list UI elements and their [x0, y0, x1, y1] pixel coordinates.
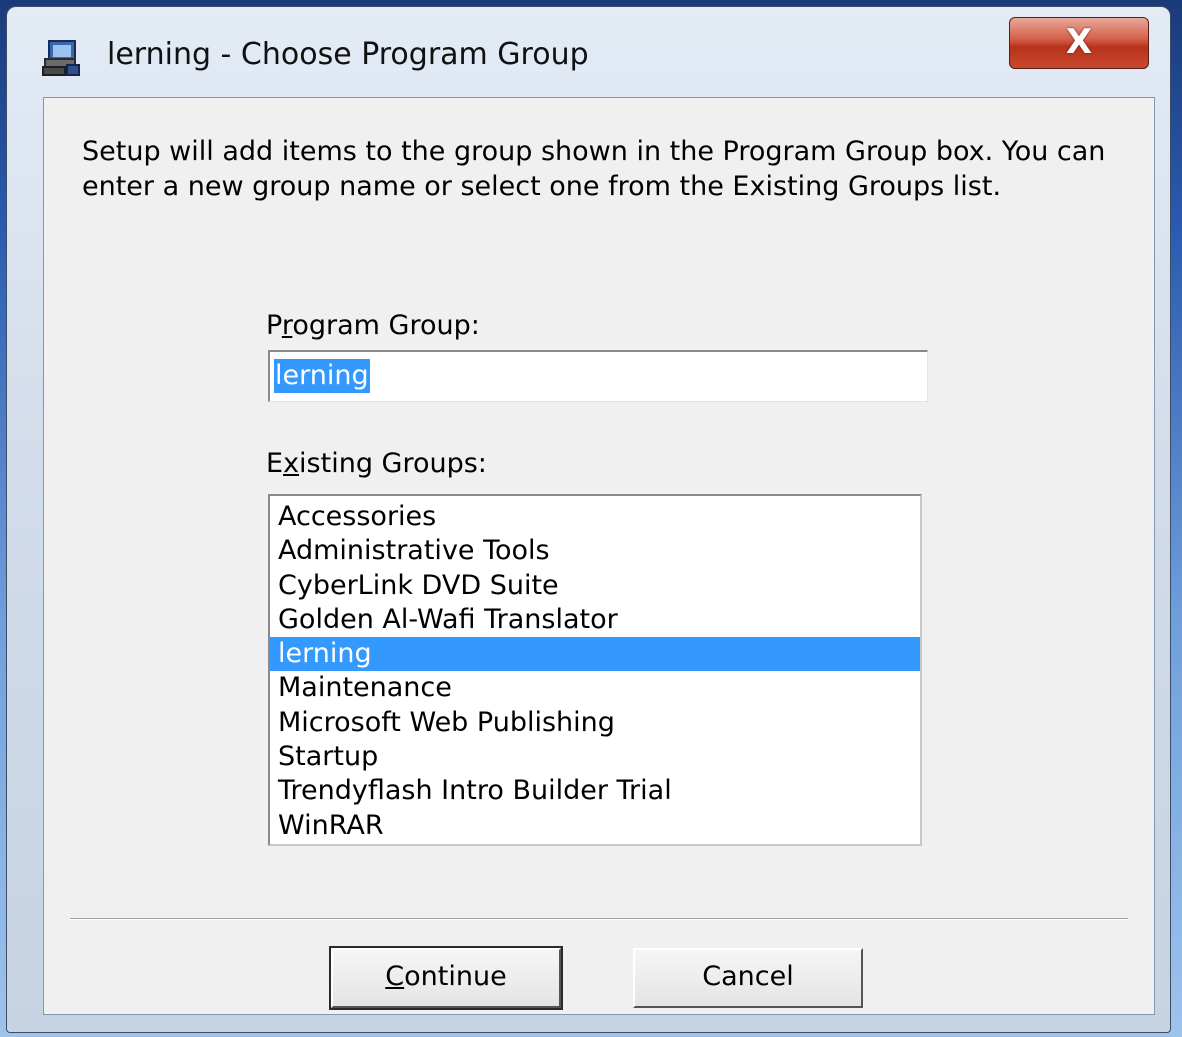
list-item[interactable]: Accessories	[270, 500, 920, 534]
button-separator	[70, 918, 1128, 920]
existing-groups-label: Existing Groups:	[266, 448, 487, 479]
existing-groups-label-prefix: E	[266, 448, 284, 479]
instructions-text: Setup will add items to the group shown …	[82, 136, 1106, 202]
list-item[interactable]: Microsoft Web Publishing	[270, 706, 920, 740]
existing-groups-list[interactable]: Accessories Administrative Tools CyberLi…	[268, 494, 922, 846]
list-item[interactable]: Trendyflash Intro Builder Trial	[270, 774, 920, 808]
continue-label: ontinue	[404, 961, 507, 992]
title-bar[interactable]: lerning - Choose Program Group X	[7, 7, 1170, 89]
existing-groups-label-suffix: isting Groups:	[299, 448, 487, 479]
installer-window: lerning - Choose Program Group X Setup w…	[0, 0, 1182, 1037]
window-title: lerning - Choose Program Group	[107, 37, 589, 72]
program-group-label-access-key: r	[281, 310, 293, 341]
list-item[interactable]: CyberLink DVD Suite	[270, 569, 920, 603]
close-icon: X	[1065, 22, 1093, 63]
window-frame: lerning - Choose Program Group X Setup w…	[6, 6, 1171, 1033]
existing-groups-label-access-key: x	[283, 448, 300, 479]
list-item[interactable]: lerning	[270, 637, 920, 672]
list-item[interactable]: Startup	[270, 740, 920, 774]
program-group-label-suffix: ogram Group:	[292, 310, 480, 341]
program-group-label-prefix: P	[266, 310, 282, 341]
list-item[interactable]: Golden Al-Wafi Translator	[270, 603, 920, 637]
program-group-label: Program Group:	[266, 310, 480, 341]
list-item[interactable]: Maintenance	[270, 671, 920, 705]
list-item[interactable]: Administrative Tools	[270, 534, 920, 568]
continue-access-key: C	[385, 961, 405, 992]
program-group-value: lerning	[274, 359, 370, 393]
dialog-body: Setup will add items to the group shown …	[43, 97, 1155, 1015]
setup-computer-icon	[41, 39, 81, 77]
close-button[interactable]: X	[1009, 17, 1149, 69]
cancel-button[interactable]: Cancel	[633, 948, 863, 1008]
continue-button[interactable]: Continue	[329, 946, 563, 1010]
program-group-input[interactable]: lerning	[268, 350, 928, 402]
list-item[interactable]: WinRAR	[270, 809, 920, 843]
